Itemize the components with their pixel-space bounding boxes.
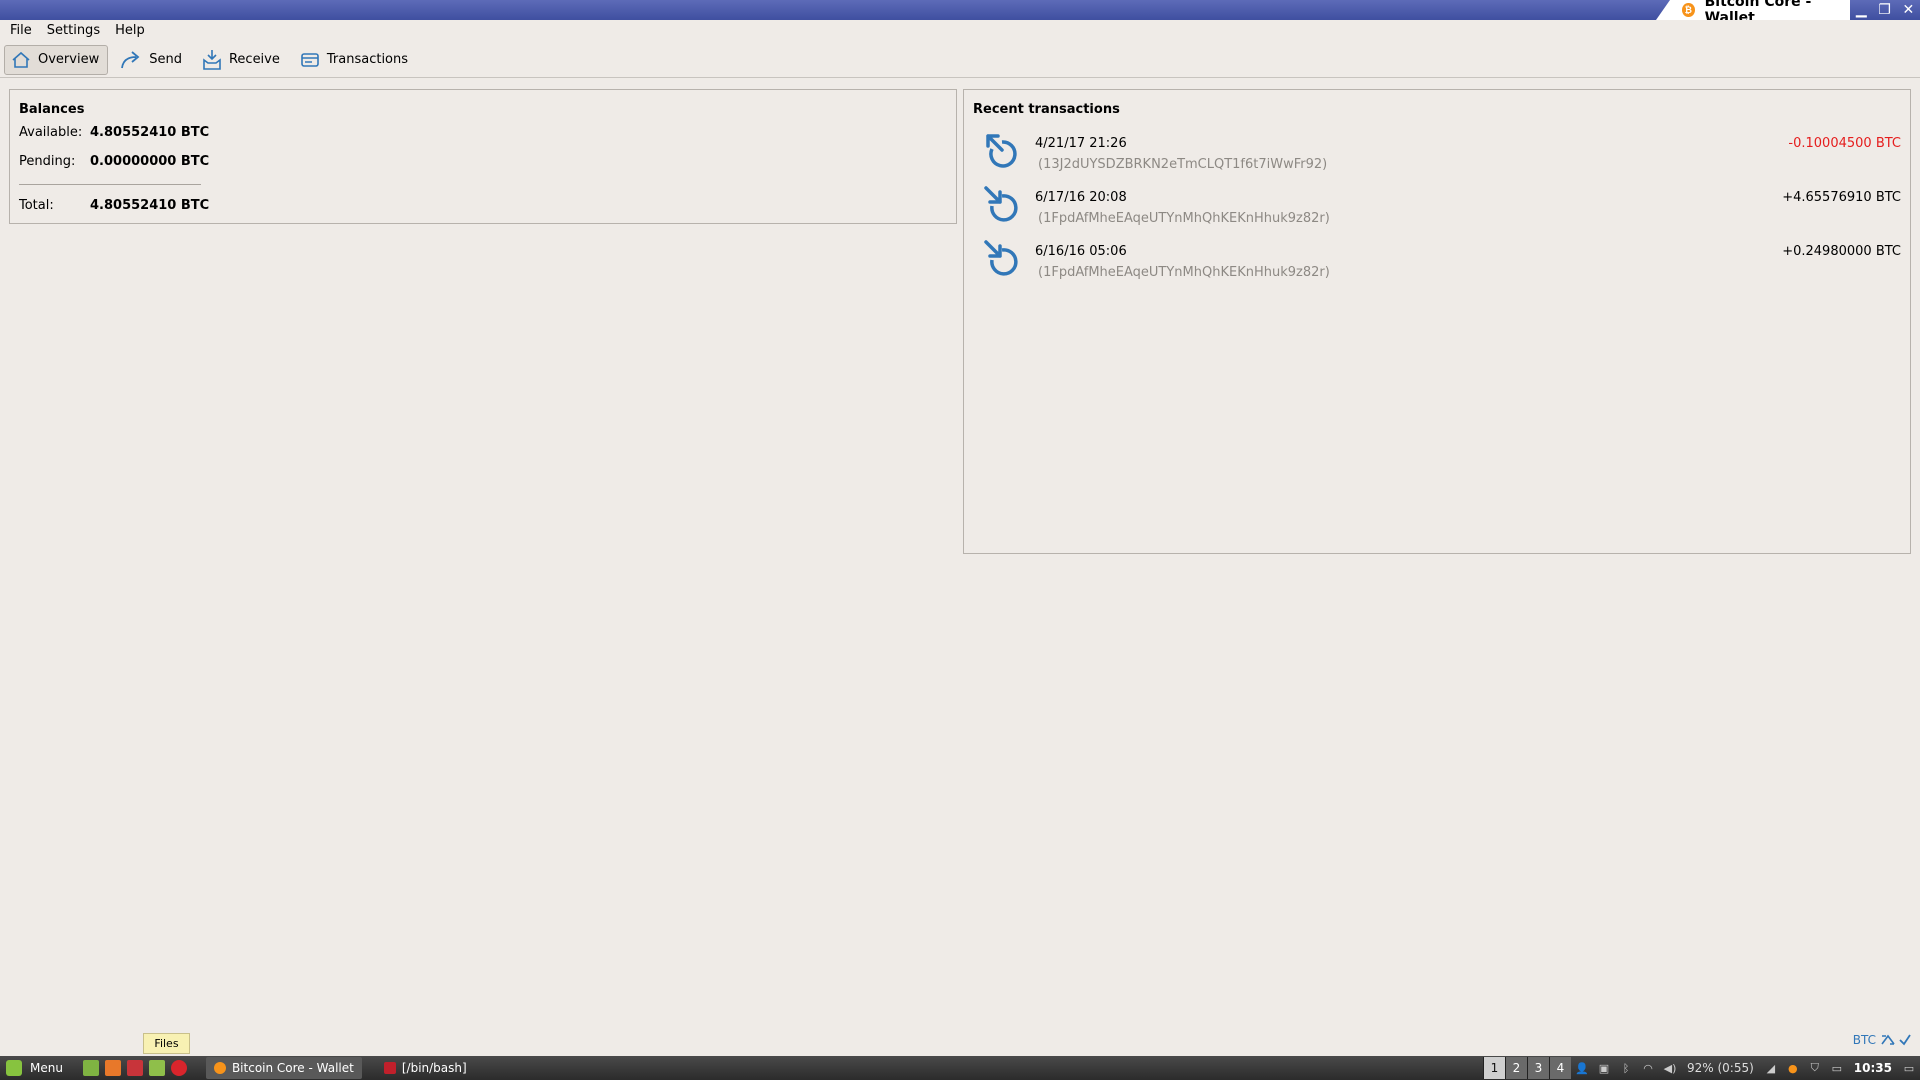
taskbar: Menu Bitcoin Core - Wallet [/bin/bash] 1… [0, 1056, 1920, 1080]
available-value: 4.80552410 BTC [90, 125, 210, 140]
receive-label: Receive [228, 52, 280, 67]
menu-file[interactable]: File [10, 23, 32, 38]
home-icon [12, 51, 30, 68]
files-tooltip: Files [143, 1033, 190, 1054]
send-arrow-icon [121, 50, 140, 68]
task-bitcoin-core[interactable]: Bitcoin Core - Wallet [205, 1057, 362, 1079]
transaction-amount: +4.65576910 BTC [1782, 190, 1901, 205]
transaction-amount: +0.24980000 BTC [1782, 244, 1901, 259]
task-terminal[interactable]: [/bin/bash] [376, 1057, 475, 1079]
user-icon[interactable]: 👤 [1573, 1061, 1591, 1075]
recent-title: Recent transactions [973, 102, 1120, 117]
workspace-3[interactable]: 3 [1527, 1057, 1549, 1079]
total-value: 4.80552410 BTC [90, 198, 210, 213]
transaction-address: (1FpdAfMheEAqeUTYnMhQhKEKnHhuk9z82r) [1038, 265, 1330, 280]
unit-selector[interactable]: BTC [1853, 1033, 1876, 1047]
files-icon[interactable] [148, 1060, 165, 1076]
bitcoin-icon: ₿ [1682, 3, 1695, 17]
shield-icon[interactable]: ⛉ [1806, 1061, 1824, 1075]
overview-label: Overview [38, 52, 100, 67]
transactions-label: Transactions [326, 52, 409, 67]
transaction-amount: -0.10004500 BTC [1788, 136, 1901, 151]
window-title-tab: ₿ Bitcoin Core - Wallet [1656, 0, 1850, 20]
network-connections-icon[interactable] [1880, 1033, 1896, 1047]
menu-help[interactable]: Help [115, 23, 145, 38]
available-label: Available: [19, 125, 83, 140]
transactions-card-icon [301, 52, 319, 67]
total-label: Total: [19, 198, 54, 213]
workspace-2[interactable]: 2 [1505, 1057, 1527, 1079]
maximize-button[interactable]: ❐ [1878, 2, 1891, 18]
signal-icon[interactable]: ◢ [1762, 1061, 1780, 1075]
bluetooth-icon[interactable]: ᛒ [1617, 1061, 1635, 1075]
transaction-date: 4/21/17 21:26 [1035, 136, 1127, 151]
bitcoin-tray-icon[interactable]: ● [1784, 1061, 1802, 1075]
balances-divider [19, 184, 201, 185]
receive-button[interactable]: Receive [196, 45, 288, 75]
transaction-address: (13J2dUYSDZBRKN2eTmCLQT1f6t7iWwFr92) [1038, 157, 1328, 172]
volume-icon[interactable]: ◀) [1661, 1061, 1679, 1075]
received-transaction-icon [984, 240, 1018, 276]
start-menu-button[interactable]: Menu [0, 1056, 69, 1080]
keyboard-icon[interactable]: ▭ [1828, 1061, 1846, 1075]
transaction-row[interactable]: 4/21/17 21:26 (13J2dUYSDZBRKN2eTmCLQT1f6… [964, 130, 1910, 184]
receive-inbox-icon [203, 49, 221, 70]
window-controls: ▁ ❐ ✕ [1850, 0, 1920, 20]
task-label: Bitcoin Core - Wallet [231, 1061, 354, 1075]
transaction-address: (1FpdAfMheEAqeUTYnMhQhKEKnHhuk9z82r) [1038, 211, 1330, 226]
synced-check-icon[interactable] [1898, 1033, 1912, 1047]
mint-logo-icon [6, 1060, 22, 1076]
balances-panel: Balances Available: 4.80552410 BTC Pendi… [9, 89, 957, 224]
terminal-icon [383, 1062, 396, 1074]
pending-label: Pending: [19, 154, 76, 169]
transactions-button[interactable]: Transactions [294, 45, 416, 75]
pending-value: 0.00000000 BTC [90, 154, 210, 169]
opera-icon[interactable] [170, 1060, 187, 1076]
workspace-4[interactable]: 4 [1549, 1057, 1571, 1079]
send-button[interactable]: Send [114, 45, 190, 75]
desktop-icon[interactable] [82, 1060, 99, 1076]
clipboard-icon[interactable]: ▣ [1595, 1061, 1613, 1075]
minimize-button[interactable]: ▁ [1856, 2, 1867, 18]
title-bar: ₿ Bitcoin Core - Wallet ▁ ❐ ✕ [0, 0, 1920, 20]
app-grid-icon[interactable] [126, 1060, 143, 1076]
transaction-date: 6/17/16 20:08 [1035, 190, 1127, 205]
transaction-row[interactable]: 6/17/16 20:08 (1FpdAfMheEAqeUTYnMhQhKEKn… [964, 184, 1910, 238]
start-menu-label: Menu [30, 1061, 63, 1075]
wifi-icon[interactable]: ◠ [1639, 1061, 1657, 1075]
menu-bar: File Settings Help [0, 20, 1920, 40]
close-button[interactable]: ✕ [1902, 2, 1914, 18]
transaction-row[interactable]: 6/16/16 05:06 (1FpdAfMheEAqeUTYnMhQhKEKn… [964, 238, 1910, 292]
battery-status[interactable]: 92% (0:55) [1687, 1061, 1754, 1075]
transaction-date: 6/16/16 05:06 [1035, 244, 1127, 259]
balances-title: Balances [19, 102, 85, 117]
firefox-icon[interactable] [104, 1060, 121, 1076]
clock[interactable]: 10:35 [1854, 1061, 1892, 1075]
show-desktop-icon[interactable]: ▭ [1900, 1061, 1918, 1075]
overview-button[interactable]: Overview [4, 44, 109, 75]
status-bar-unit: BTC [1853, 1033, 1912, 1047]
task-label: [/bin/bash] [401, 1061, 467, 1075]
recent-transactions-panel: Recent transactions 4/21/17 21:26 (13J2d… [963, 89, 1911, 554]
menu-settings[interactable]: Settings [47, 23, 100, 38]
sent-transaction-icon [986, 134, 1017, 168]
bitcoin-icon [213, 1062, 226, 1074]
toolbar: Overview Send Receive Transactions [0, 42, 1920, 78]
system-tray: 1 2 3 4 👤 ▣ ᛒ ◠ ◀) 92% (0:55) ◢ ● ⛉ ▭ 10… [1483, 1056, 1920, 1080]
send-label: Send [149, 52, 182, 67]
workspace-1[interactable]: 1 [1483, 1057, 1505, 1079]
received-transaction-icon [984, 186, 1018, 222]
